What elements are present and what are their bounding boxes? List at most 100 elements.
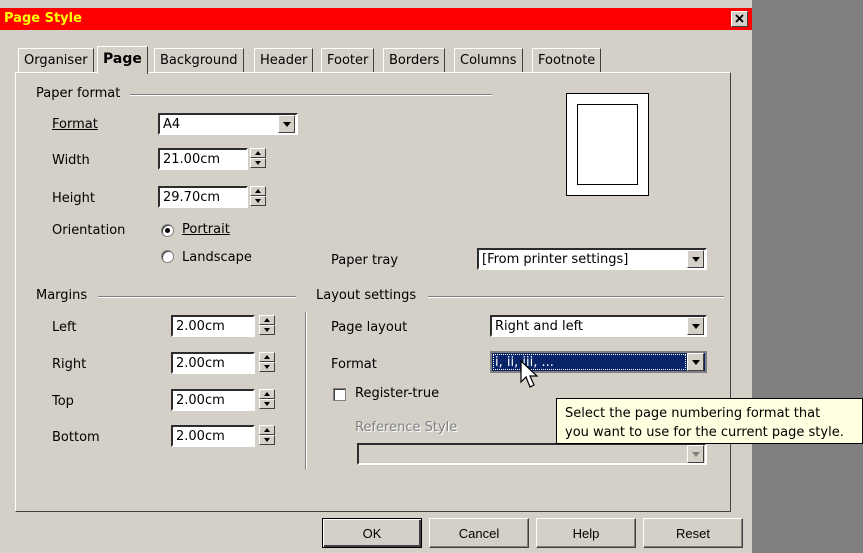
divider [428,296,724,298]
bottom-margin-label: Bottom [52,430,100,445]
right-margin-label: Right [52,357,87,372]
tab-borders[interactable]: Borders [383,48,446,72]
tab-label: Borders [389,53,440,68]
bottom-margin-spinner[interactable] [259,425,275,445]
chevron-down-icon[interactable] [687,317,704,335]
top-margin-spinner[interactable] [259,389,275,409]
format-label: Format [52,117,98,132]
chevron-down-icon [687,445,704,463]
landscape-radio[interactable] [161,250,174,263]
height-value: 29.70cm [163,190,221,205]
left-margin-value: 2.00cm [176,319,225,334]
spin-up-icon[interactable] [250,186,266,196]
tab-label: Columns [460,53,517,68]
tab-label: Page [103,51,142,67]
landscape-label[interactable]: Landscape [182,250,252,265]
spin-up-icon[interactable] [250,148,266,158]
tab-organiser[interactable]: Organiser [18,48,94,72]
chevron-down-icon[interactable] [687,353,704,371]
tab-label: Background [160,53,238,68]
left-margin-label: Left [52,320,77,335]
top-margin-label: Top [52,394,74,409]
right-margin-spinner[interactable] [259,352,275,372]
bottom-margin-value: 2.00cm [176,429,225,444]
title-bar[interactable]: Page Style [0,8,752,30]
page-layout-dropdown[interactable]: Right and left [490,315,707,337]
page-preview [566,93,649,196]
paper-tray-dropdown[interactable]: [From printer settings] [477,248,707,270]
mouse-pointer-icon [520,360,539,388]
width-value: 21.00cm [163,152,221,167]
cancel-button[interactable]: Cancel [429,518,529,548]
tooltip-line: you want to use for the current page sty… [565,425,844,440]
spin-down-icon[interactable] [250,196,266,206]
format-label-text: Format [52,117,98,132]
tab-label: Header [260,53,308,68]
close-button[interactable] [731,11,748,27]
spin-up-icon[interactable] [259,352,275,362]
page-preview-margins [577,104,638,185]
tab-footnote[interactable]: Footnote [532,48,602,72]
height-label: Height [52,191,95,206]
chevron-down-icon[interactable] [687,250,704,268]
tab-background[interactable]: Background [154,48,244,72]
divider [305,312,307,470]
tab-header[interactable]: Header [254,48,314,72]
top-margin-field[interactable]: 2.00cm [171,389,255,411]
page-layout-value: Right and left [495,319,584,334]
right-margin-value: 2.00cm [176,356,225,371]
tab-label: Footer [327,53,369,68]
page-style-dialog: Page Style Organiser Page Background Hea… [0,0,752,553]
tab-footer[interactable]: Footer [321,48,375,72]
bottom-margin-field[interactable]: 2.00cm [171,425,255,447]
close-icon [735,14,744,23]
format-value: A4 [163,117,181,132]
page-layout-label: Page layout [331,320,408,335]
height-spinner[interactable] [250,186,266,206]
tab-label: Footnote [538,53,596,68]
paper-tray-value: [From printer settings] [482,252,629,267]
portrait-label-text: Portrait [182,222,230,237]
margins-heading: Margins [36,288,92,303]
right-margin-field[interactable]: 2.00cm [171,352,255,374]
register-true-label[interactable]: Register-true [355,386,439,401]
register-true-checkbox[interactable] [333,388,346,401]
left-margin-spinner[interactable] [259,315,275,335]
left-margin-field[interactable]: 2.00cm [171,315,255,337]
spin-up-icon[interactable] [259,389,275,399]
window-title: Page Style [4,11,82,26]
paper-tray-label: Paper tray [331,253,399,268]
help-button[interactable]: Help [536,518,636,548]
layout-settings-heading: Layout settings [316,288,421,303]
portrait-label[interactable]: Portrait [182,222,230,237]
format-dropdown[interactable]: A4 [158,113,298,135]
spin-down-icon[interactable] [259,399,275,409]
spin-up-icon[interactable] [259,425,275,435]
spin-down-icon[interactable] [250,158,266,168]
spin-down-icon[interactable] [259,435,275,445]
spin-down-icon[interactable] [259,325,275,335]
tab-columns[interactable]: Columns [454,48,523,72]
divider [98,296,296,298]
reference-style-label: Reference Style [355,420,458,435]
format-tooltip: Select the page numbering format that yo… [556,398,863,444]
tab-page[interactable]: Page [97,46,148,74]
spin-down-icon[interactable] [259,362,275,372]
tab-label: Organiser [24,53,88,68]
desktop-backdrop [752,0,863,553]
tooltip-line: Select the page numbering format that [565,406,821,421]
width-label: Width [52,153,90,168]
reset-button[interactable]: Reset [643,518,743,548]
chevron-down-icon[interactable] [278,115,295,133]
layout-format-label: Format [331,357,377,372]
top-margin-value: 2.00cm [176,393,225,408]
height-field[interactable]: 29.70cm [158,186,248,208]
portrait-radio[interactable] [161,224,174,237]
width-field[interactable]: 21.00cm [158,148,248,170]
orientation-label: Orientation [52,223,126,238]
spin-up-icon[interactable] [259,315,275,325]
divider [130,94,492,96]
ok-button[interactable]: OK [322,518,422,548]
width-spinner[interactable] [250,148,266,168]
paper-format-heading: Paper format [36,86,125,101]
